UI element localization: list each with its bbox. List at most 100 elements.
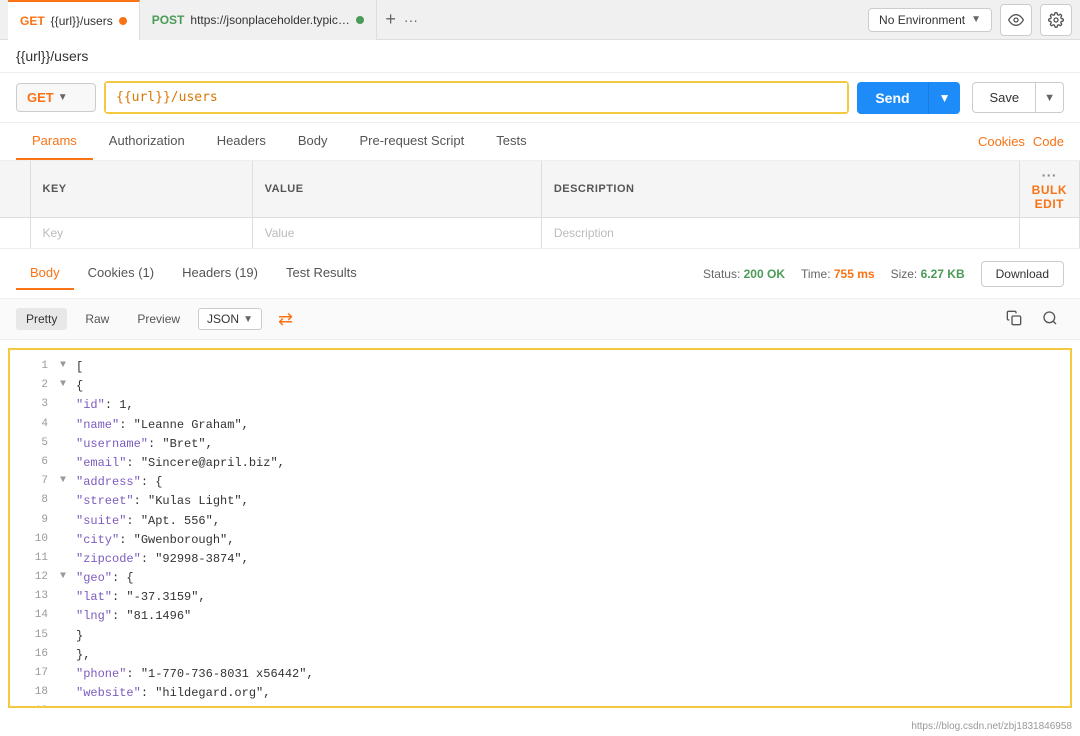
- gear-icon-button[interactable]: [1040, 4, 1072, 36]
- code-line: 2▼ {: [10, 377, 1070, 396]
- request-title-bar: {{url}}/users: [0, 40, 1080, 73]
- line-content: }: [76, 627, 83, 646]
- size-value: 6.27 KB: [921, 267, 965, 281]
- line-content: "zipcode": "92998-3874",: [76, 550, 249, 569]
- code-line: 1▼[: [10, 358, 1070, 377]
- line-number: 6: [18, 454, 48, 472]
- line-number: 2: [18, 377, 48, 395]
- new-tab-button[interactable]: +: [385, 9, 396, 30]
- line-expand-icon[interactable]: ▼: [60, 569, 72, 585]
- code-area[interactable]: 1▼[2▼ {3 "id": 1,4 "name": "Leanne Graha…: [8, 348, 1072, 708]
- fmt-tab-preview[interactable]: Preview: [127, 308, 190, 330]
- tab-post-method: POST: [152, 13, 185, 27]
- line-expand-icon[interactable]: ▼: [60, 703, 72, 708]
- env-dropdown[interactable]: No Environment ▼: [868, 8, 992, 32]
- request-tabs: Params Authorization Headers Body Pre-re…: [0, 123, 1080, 161]
- code-line: 13 "lat": "-37.3159",: [10, 588, 1070, 607]
- url-input[interactable]: [106, 83, 847, 112]
- params-value-cell[interactable]: Value: [252, 218, 541, 249]
- tab-post-label: https://jsonplaceholder.typicod: [190, 13, 350, 27]
- fmt-tab-pretty[interactable]: Pretty: [16, 308, 67, 330]
- more-tabs-button[interactable]: ···: [404, 12, 418, 28]
- tab-get-dot: [119, 17, 127, 25]
- method-label: GET: [27, 90, 54, 105]
- eye-icon-button[interactable]: [1000, 4, 1032, 36]
- line-number: 11: [18, 550, 48, 568]
- code-line: 12▼ "geo": {: [10, 569, 1070, 588]
- line-number: 5: [18, 435, 48, 453]
- send-button[interactable]: Send: [857, 82, 927, 114]
- code-line: 11 "zipcode": "92998-3874",: [10, 550, 1070, 569]
- resp-tab-cookies[interactable]: Cookies (1): [74, 257, 168, 290]
- tab-tests[interactable]: Tests: [480, 123, 542, 160]
- format-tools: [1000, 305, 1064, 333]
- tab-post[interactable]: POST https://jsonplaceholder.typicod: [140, 0, 378, 40]
- line-number: 18: [18, 684, 48, 702]
- line-content: "suite": "Apt. 556",: [76, 512, 220, 531]
- params-row-actions: [1019, 218, 1079, 249]
- wrap-icon[interactable]: ⇄: [278, 309, 293, 330]
- params-header-actions: ··· Bulk Edit: [1019, 161, 1079, 218]
- code-line: 9 "suite": "Apt. 556",: [10, 512, 1070, 531]
- line-content: "street": "Kulas Light",: [76, 492, 249, 511]
- code-line: 15 }: [10, 627, 1070, 646]
- params-table-container: KEY VALUE DESCRIPTION ··· Bulk Edit Key …: [0, 161, 1080, 249]
- line-content: [: [76, 358, 83, 377]
- bulk-edit-button[interactable]: Bulk Edit: [1032, 183, 1067, 211]
- copy-icon-button[interactable]: [1000, 305, 1028, 333]
- env-chevron-icon: ▼: [971, 14, 981, 25]
- size-label: Size: 6.27 KB: [891, 267, 965, 281]
- line-number: 9: [18, 512, 48, 530]
- code-line: 19▼ "company": {: [10, 703, 1070, 708]
- params-desc-cell[interactable]: Description: [541, 218, 1019, 249]
- params-more-icon[interactable]: ···: [1042, 167, 1058, 183]
- tab-get[interactable]: GET {{url}}/users: [8, 0, 140, 40]
- line-content: "id": 1,: [76, 396, 134, 415]
- status-label: Status: 200 OK: [703, 267, 785, 281]
- save-button[interactable]: Save: [972, 82, 1036, 113]
- tab-authorization[interactable]: Authorization: [93, 123, 201, 160]
- footer-link: https://blog.csdn.net/zbj1831846958: [911, 721, 1072, 732]
- line-expand-icon[interactable]: ▼: [60, 358, 72, 374]
- code-line: 10 "city": "Gwenborough",: [10, 531, 1070, 550]
- save-dropdown-button[interactable]: ▼: [1036, 82, 1064, 113]
- send-dropdown-button[interactable]: ▼: [928, 82, 961, 114]
- page-title: {{url}}/users: [16, 48, 88, 64]
- line-expand-icon[interactable]: ▼: [60, 377, 72, 393]
- resp-tab-body[interactable]: Body: [16, 257, 74, 290]
- cookies-link[interactable]: Cookies: [978, 134, 1025, 149]
- line-number: 8: [18, 492, 48, 510]
- params-header-value: VALUE: [252, 161, 541, 218]
- url-input-wrapper: [104, 81, 849, 114]
- params-header-description: DESCRIPTION: [541, 161, 1019, 218]
- line-number: 14: [18, 607, 48, 625]
- code-line: 5 "username": "Bret",: [10, 435, 1070, 454]
- line-expand-icon[interactable]: ▼: [60, 473, 72, 489]
- params-header-checkbox: [0, 161, 30, 218]
- tab-headers[interactable]: Headers: [201, 123, 282, 160]
- line-content: "geo": {: [76, 569, 134, 588]
- time-label: Time: 755 ms: [801, 267, 875, 281]
- code-line: 4 "name": "Leanne Graham",: [10, 416, 1070, 435]
- format-select[interactable]: JSON ▼: [198, 308, 262, 330]
- tab-body[interactable]: Body: [282, 123, 344, 160]
- line-content: "address": {: [76, 473, 162, 492]
- code-link[interactable]: Code: [1033, 134, 1064, 149]
- tab-pre-request[interactable]: Pre-request Script: [343, 123, 480, 160]
- format-select-label: JSON: [207, 312, 239, 326]
- line-number: 17: [18, 665, 48, 683]
- fmt-tab-raw[interactable]: Raw: [75, 308, 119, 330]
- download-button[interactable]: Download: [981, 261, 1064, 287]
- resp-tab-test-results[interactable]: Test Results: [272, 257, 371, 290]
- search-icon-button[interactable]: [1036, 305, 1064, 333]
- line-content: "email": "Sincere@april.biz",: [76, 454, 285, 473]
- method-select[interactable]: GET ▼: [16, 83, 96, 112]
- line-content: },: [76, 646, 90, 665]
- code-line: 18 "website": "hildegard.org",: [10, 684, 1070, 703]
- url-bar: GET ▼ Send ▼ Save ▼: [0, 73, 1080, 123]
- tab-post-dot: [356, 16, 364, 24]
- tab-params[interactable]: Params: [16, 123, 93, 160]
- line-content: "name": "Leanne Graham",: [76, 416, 249, 435]
- params-key-cell[interactable]: Key: [30, 218, 252, 249]
- resp-tab-headers[interactable]: Headers (19): [168, 257, 272, 290]
